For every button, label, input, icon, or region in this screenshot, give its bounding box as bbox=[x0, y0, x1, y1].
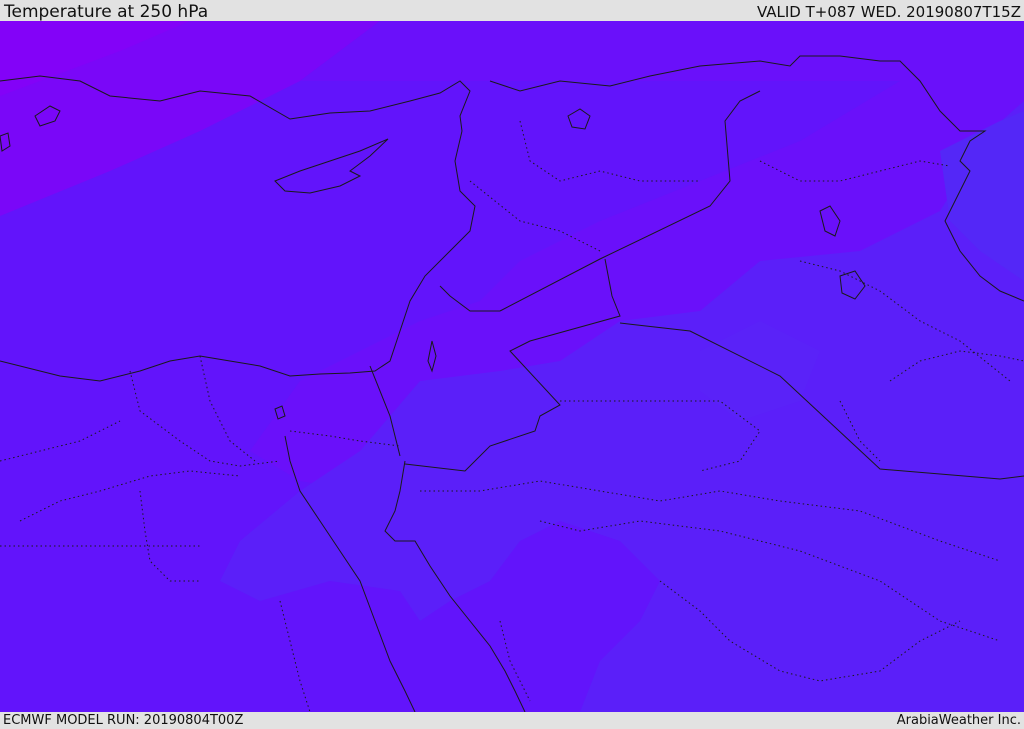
valid-time-label: VALID T+087 WED. 20190807T15Z bbox=[756, 3, 1021, 21]
footer-bar: ECMWF MODEL RUN: 20190804T00Z ArabiaWeat… bbox=[0, 712, 1024, 729]
weather-map-panel: Temperature at 250 hPa VALID T+087 WED. … bbox=[0, 0, 1024, 729]
map-canvas bbox=[0, 21, 1024, 712]
map-title: Temperature at 250 hPa bbox=[4, 2, 209, 22]
model-run-label: ECMWF MODEL RUN: 20190804T00Z bbox=[3, 713, 244, 728]
header-bar: Temperature at 250 hPa VALID T+087 WED. … bbox=[0, 0, 1024, 22]
credit-label: ArabiaWeather Inc. bbox=[896, 713, 1021, 728]
temperature-map bbox=[0, 21, 1024, 712]
